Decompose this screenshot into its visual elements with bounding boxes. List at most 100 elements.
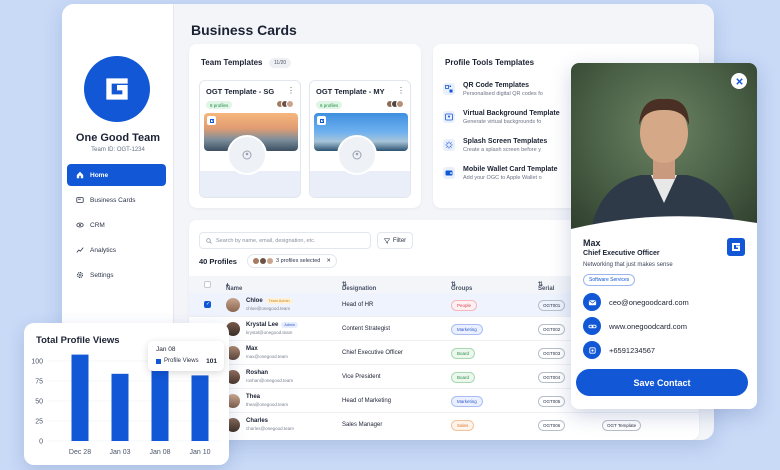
close-button[interactable] [731, 73, 747, 89]
filter-button[interactable]: Filter [377, 232, 413, 249]
y-tick-label: 50 [35, 399, 43, 406]
sidebar-item-business-cards[interactable]: Business Cards [67, 189, 166, 211]
tooltip-date: Jan 08 [156, 346, 176, 353]
ogt-logo-icon [317, 116, 326, 125]
industry-chip: Software Services [583, 274, 636, 286]
serial-badge: OGT002 [538, 324, 566, 335]
tool-desc: Add your OGC to Apple Wallet o [463, 175, 542, 181]
bar-jan-08 [151, 360, 169, 441]
profile-email: charles@onegood.team [246, 426, 294, 431]
template-profiles-badge: 6 profiles [316, 101, 343, 109]
phone-icon [588, 346, 596, 354]
chart-tooltip: Jan 08 Profile Views 101 [148, 341, 224, 371]
template-avatar-placeholder [337, 135, 377, 175]
tool-virtual-background[interactable]: Virtual Background Template Generate virt… [443, 110, 560, 132]
tool-splash-screen[interactable]: Splash Screen Templates Create a splash s… [443, 138, 547, 160]
column-header-designation[interactable]: Designation ⇅ [342, 281, 376, 292]
profile-name: Krystal Lee Admin [246, 322, 299, 328]
contact-phone-row[interactable]: +6591234567 [583, 340, 655, 360]
contact-name: Max [583, 238, 601, 248]
group-badge: Board [451, 372, 476, 383]
profile-designation: Content Strategist [342, 326, 391, 332]
tool-desc: Create a splash screen before y [463, 147, 541, 153]
column-header-serial[interactable]: Serial ⇅ [538, 281, 554, 292]
group-badge: Marketing [451, 324, 483, 335]
close-icon [735, 77, 743, 85]
profile-email: chloe@onegood.team [246, 306, 291, 311]
y-tick-label: 75 [35, 379, 43, 386]
profile-email: max@onegood.team [246, 354, 288, 359]
x-tick-label: Jan 08 [149, 449, 170, 456]
x-tick-label: Dec 28 [69, 449, 91, 456]
tooltip-value: 101 [206, 357, 217, 365]
clear-selection-icon[interactable]: ✕ [326, 258, 331, 264]
row-checkbox[interactable] [204, 301, 211, 308]
sidebar-item-label: Business Cards [90, 196, 136, 204]
team-templates-panel: Team Templates 11/20 OGT Template - SG ⋮… [189, 44, 421, 208]
serial-badge: OGT001 [538, 300, 566, 311]
company-logo [727, 238, 745, 256]
group-badge: Board [451, 348, 476, 359]
more-options-icon[interactable]: ⋮ [397, 86, 405, 95]
tool-desc: Personalised digital QR codes fo [463, 91, 543, 97]
contact-website: www.onegoodcard.com [609, 321, 687, 331]
template-title: OGT Template - SG [206, 87, 275, 96]
avatar [226, 298, 240, 312]
table-row[interactable]: Charles charles@onegood.team Sales Manag… [189, 413, 699, 437]
org-name: One Good Team [75, 132, 161, 144]
sidebar-item-analytics[interactable]: Analytics [67, 239, 166, 261]
tool-mobile-wallet[interactable]: Mobile Wallet Card Template Add your OGC … [443, 166, 558, 188]
more-options-icon[interactable]: ⋮ [287, 86, 295, 95]
y-tick-label: 25 [35, 419, 43, 426]
tool-qr-code[interactable]: QR Code Templates Personalised digital QR… [443, 82, 543, 104]
template-badge: OGT Template [602, 420, 642, 431]
chart-line-icon [76, 247, 84, 253]
template-avatar-placeholder [227, 135, 267, 175]
tool-name: QR Code Templates [463, 82, 529, 89]
user-icon [352, 150, 362, 160]
org-logo [84, 56, 150, 122]
qr-icon [445, 85, 453, 93]
selected-profiles-pill[interactable]: 3 profiles selected ✕ [247, 254, 337, 268]
template-card-sg[interactable]: OGT Template - SG ⋮ 8 profiles [199, 80, 301, 198]
profile-designation: Sales Manager [342, 422, 383, 428]
profile-designation: Chief Executive Officer [342, 350, 403, 356]
ogt-logo-icon [207, 116, 216, 125]
contact-email-row[interactable]: ceo@onegoodcard.com [583, 292, 689, 312]
sidebar-item-home[interactable]: Home [67, 164, 166, 186]
sidebar-nav: Home Business Cards CRM Analytics Settin… [67, 164, 166, 289]
profile-name: Thea [246, 394, 261, 400]
contact-card: Max Chief Executive Officer Networking t… [571, 63, 757, 409]
contact-website-row[interactable]: www.onegoodcard.com [583, 316, 687, 336]
role-badge: Admin [281, 322, 299, 328]
profile-name: Max [246, 346, 258, 352]
role-badge: Team Admin [265, 298, 293, 304]
sidebar-item-label: Analytics [90, 246, 117, 254]
serial-badge: OGT003 [538, 348, 566, 359]
select-all-checkbox[interactable] [204, 281, 211, 288]
template-profiles-badge: 8 profiles [206, 101, 233, 109]
sidebar-item-settings[interactable]: Settings [67, 264, 166, 286]
sidebar-item-crm[interactable]: CRM [67, 214, 166, 236]
y-tick-label: 0 [39, 439, 43, 446]
template-avatar-stack [386, 100, 404, 108]
team-templates-title: Team Templates [201, 58, 263, 67]
search-input[interactable]: Search by name, email, designation, etc. [199, 232, 371, 249]
profile-designation: Head of HR [342, 302, 374, 308]
card-icon [76, 197, 84, 203]
x-tick-label: Jan 10 [189, 449, 210, 456]
profile-tools-title: Profile Tools Templates [445, 58, 535, 67]
tooltip-swatch [156, 359, 161, 364]
group-badge: People [451, 300, 478, 311]
bar-jan-03 [111, 373, 129, 441]
column-header-groups[interactable]: Groups ⇅ [451, 281, 472, 292]
save-contact-button[interactable]: Save Contact [576, 369, 748, 396]
column-header-name[interactable]: Name ▴ [226, 281, 242, 292]
splash-icon [445, 141, 453, 149]
org-id: Team ID: OGT-1234 [91, 147, 145, 153]
bar-dec-28 [71, 354, 89, 441]
template-card-my[interactable]: OGT Template - MY ⋮ 6 profiles [309, 80, 411, 198]
profile-name: Charles [246, 418, 269, 424]
serial-badge: OGT005 [538, 396, 566, 407]
gear-icon [77, 272, 83, 278]
